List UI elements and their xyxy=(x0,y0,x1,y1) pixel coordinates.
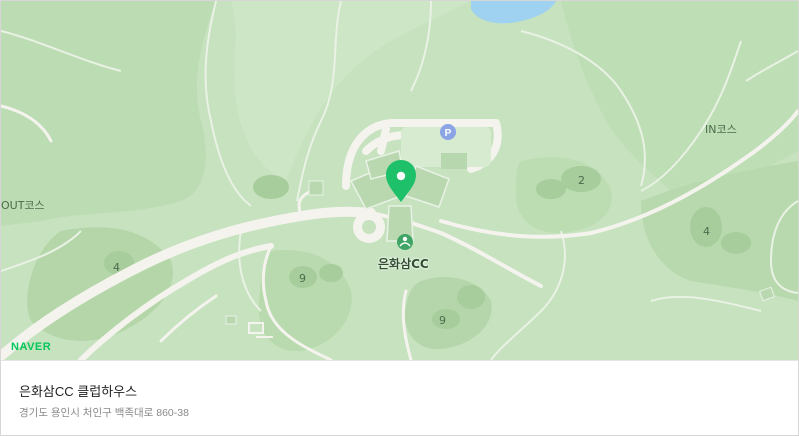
golf-course-icon[interactable] xyxy=(397,234,413,250)
hole-number-9-right: 9 xyxy=(439,314,446,327)
hole-number-2: 2 xyxy=(578,174,585,187)
map-canvas: P xyxy=(1,1,798,360)
place-title[interactable]: 은화삼CC 클럽하우스 xyxy=(19,381,137,400)
hole-number-4-right: 4 xyxy=(703,225,710,238)
hole-number-9-left: 9 xyxy=(299,272,306,285)
course-label-in: IN코스 xyxy=(705,123,737,136)
course-label-out: OUT코스 xyxy=(1,199,45,212)
map-view[interactable]: P IN코스 OUT코스 2 4 4 9 9 은화삼CC NAVER xyxy=(1,1,798,360)
place-info-panel[interactable]: 은화삼CC 클럽하우스 경기도 용인시 처인구 백족대로 860-38 xyxy=(1,360,798,435)
naver-logo[interactable]: NAVER xyxy=(11,341,51,353)
svg-text:P: P xyxy=(445,128,452,139)
parking-icon[interactable]: P xyxy=(440,124,456,140)
poi-label[interactable]: 은화삼CC xyxy=(378,255,429,272)
map-card[interactable]: P IN코스 OUT코스 2 4 4 9 9 은화삼CC NAVER 은화삼CC… xyxy=(0,0,799,436)
hole-number-4-left: 4 xyxy=(113,261,120,274)
place-address: 경기도 용인시 처인구 백족대로 860-38 xyxy=(19,407,189,419)
